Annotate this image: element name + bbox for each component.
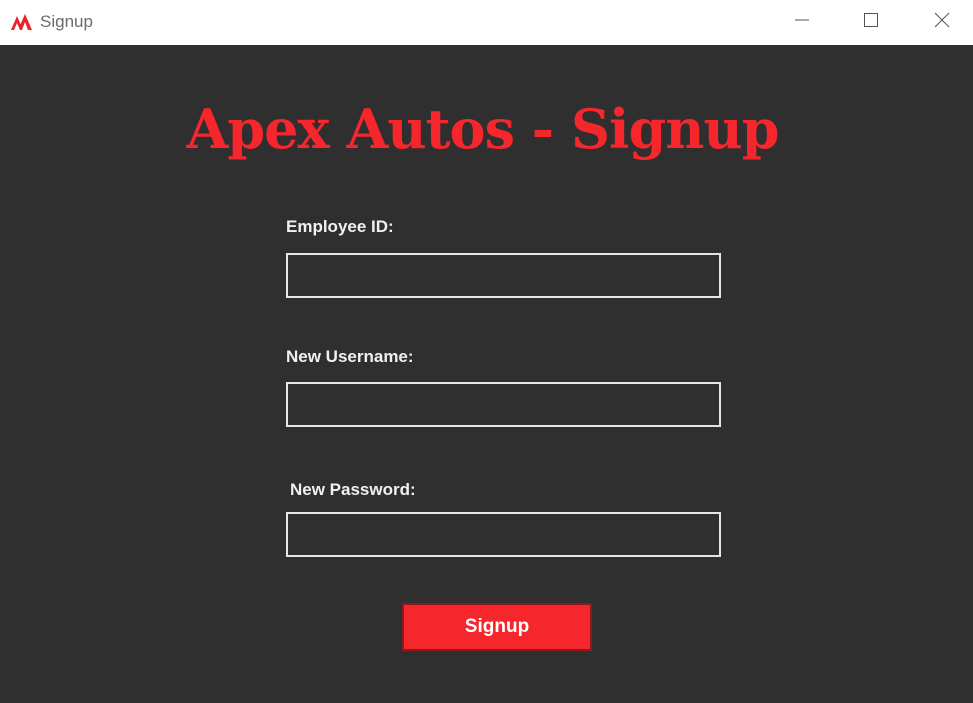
new-password-input[interactable] xyxy=(286,512,721,557)
close-icon xyxy=(934,12,950,33)
signup-form: Apex Autos - Signup Employee ID: New Use… xyxy=(0,45,973,703)
employee-id-input[interactable] xyxy=(286,253,721,298)
maximize-icon xyxy=(863,12,879,33)
minimize-icon xyxy=(794,12,810,33)
employee-id-label: Employee ID: xyxy=(286,217,394,236)
new-username-label: New Username: xyxy=(286,347,414,366)
window-title: Signup xyxy=(40,12,93,31)
signup-button[interactable]: Signup xyxy=(402,603,592,651)
maximize-button[interactable] xyxy=(848,0,894,45)
minimize-button[interactable] xyxy=(779,0,825,45)
new-password-label: New Password: xyxy=(290,480,416,499)
page-title: Apex Autos - Signup xyxy=(186,97,779,161)
close-button[interactable] xyxy=(919,0,965,45)
apex-logo-icon xyxy=(11,12,35,30)
new-username-input[interactable] xyxy=(286,382,721,427)
window-titlebar: Signup xyxy=(0,0,973,45)
